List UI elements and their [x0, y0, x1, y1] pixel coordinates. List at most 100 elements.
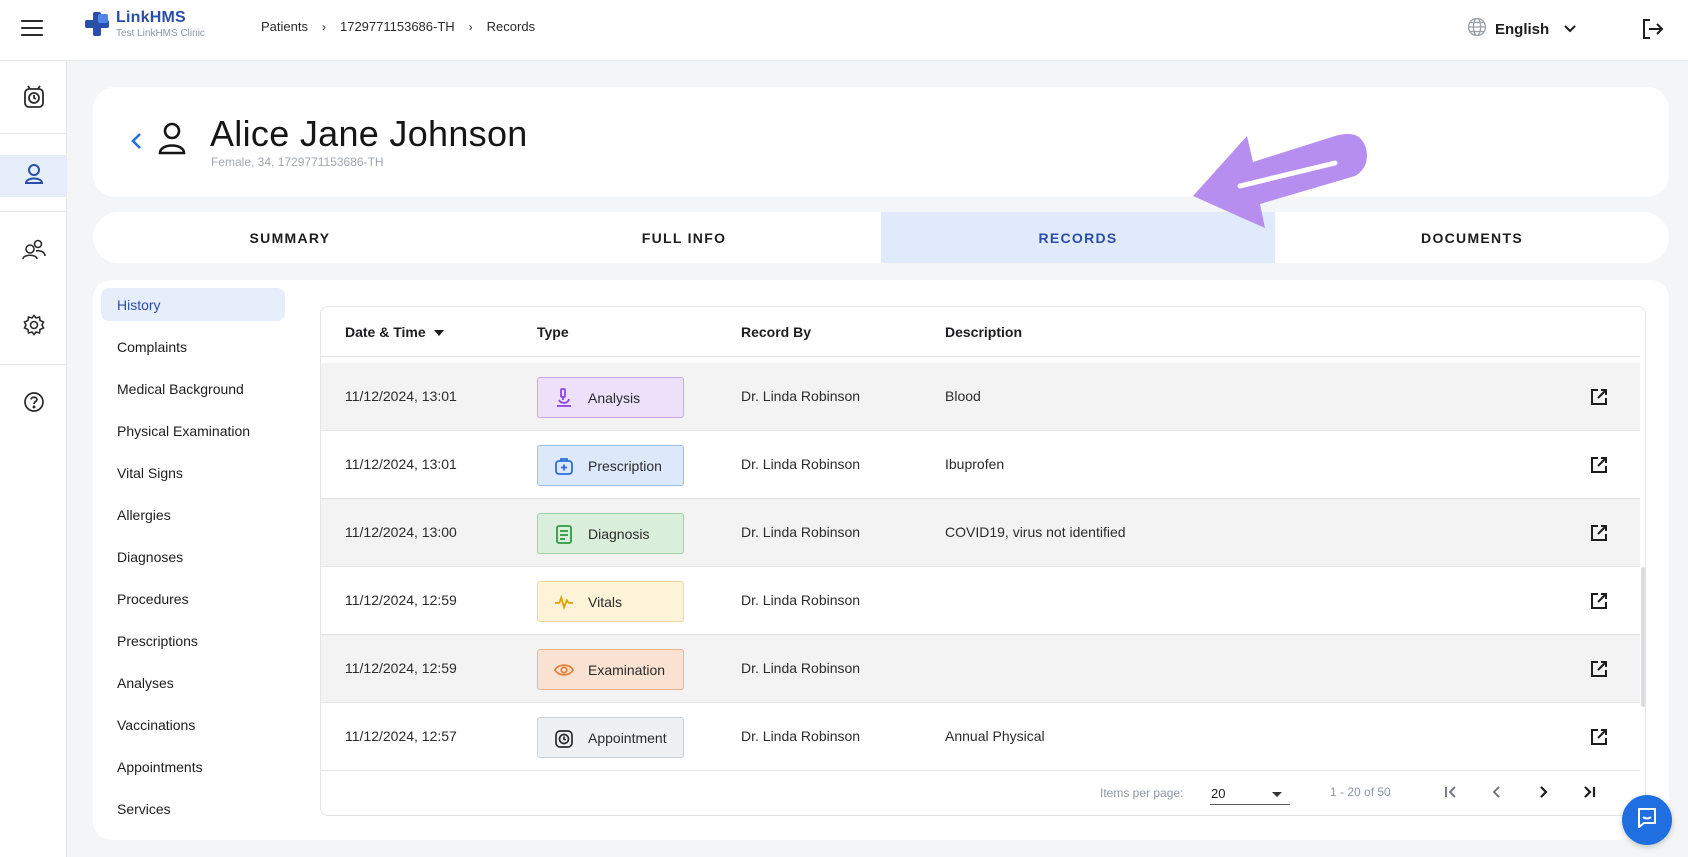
- menu-icon[interactable]: [21, 20, 43, 38]
- caret-down-icon: [1272, 792, 1282, 797]
- subnav-vaccinations[interactable]: Vaccinations: [101, 704, 285, 746]
- subnav-appointments[interactable]: Appointments: [101, 746, 285, 788]
- language-label: English: [1495, 21, 1550, 38]
- column-description: Description: [945, 324, 1023, 340]
- records-panel: History Complaints Medical Background Ph…: [93, 280, 1669, 840]
- breadcrumb: Patients › 1729771153686-TH › Records: [261, 19, 535, 34]
- table-row[interactable]: 11/12/2024, 13:01 Prescription Dr. Linda R…: [321, 431, 1640, 499]
- type-label: Analysis: [588, 389, 641, 406]
- table-scrollbar[interactable]: [1641, 567, 1645, 707]
- alarm-clock-icon: [23, 85, 45, 114]
- table-header: Date & Time Type Record By Description: [321, 307, 1640, 357]
- subnav-procedures[interactable]: Procedures: [101, 578, 285, 620]
- alarm-clock-icon: [554, 728, 574, 748]
- microscope-icon: [554, 387, 574, 408]
- items-per-page-value: 20: [1211, 786, 1226, 801]
- patient-tabs: SUMMARY FULL INFO RECORDS DOCUMENTS: [93, 212, 1669, 263]
- app-title: LinkHMS: [116, 9, 186, 26]
- rail-appointments[interactable]: [0, 78, 67, 120]
- row-record-by: Dr. Linda Robinson: [741, 660, 861, 676]
- tab-full-info[interactable]: FULL INFO: [487, 212, 881, 263]
- tab-documents[interactable]: DOCUMENTS: [1275, 212, 1669, 263]
- language-selector[interactable]: English: [1467, 17, 1577, 42]
- column-date-time-label: Date & Time: [345, 324, 426, 340]
- table-row[interactable]: 11/12/2024, 12:59 Examination Dr. Linda Ro…: [321, 635, 1640, 703]
- back-chevron-icon[interactable]: [129, 131, 143, 156]
- subnav-prescriptions[interactable]: Prescriptions: [101, 620, 285, 662]
- type-label: Vitals: [588, 593, 622, 610]
- chevron-right-icon: ›: [321, 19, 326, 34]
- row-datetime: 11/12/2024, 13:01: [345, 456, 457, 472]
- subnav-complaints[interactable]: Complaints: [101, 326, 285, 368]
- row-record-by: Dr. Linda Robinson: [741, 728, 861, 744]
- subnav-allergies[interactable]: Allergies: [101, 494, 285, 536]
- subnav-vital-signs[interactable]: Vital Signs: [101, 452, 285, 494]
- sort-desc-icon: [433, 330, 444, 337]
- row-record-by: Dr. Linda Robinson: [741, 592, 861, 608]
- breadcrumb-patient-id[interactable]: 1729771153686-TH: [340, 19, 455, 34]
- row-datetime: 11/12/2024, 12:59: [345, 592, 457, 608]
- table-row[interactable]: 11/12/2024, 12:57 Appointment Dr. Linda Ro…: [321, 703, 1640, 771]
- page-range: 1 - 20 of 50: [1330, 785, 1391, 799]
- row-description: Annual Physical: [945, 728, 1045, 744]
- row-record-by: Dr. Linda Robinson: [741, 456, 861, 472]
- type-badge: Analysis: [537, 377, 684, 418]
- rail-settings[interactable]: [0, 306, 67, 348]
- clipboard-icon: [554, 524, 574, 544]
- type-label: Diagnosis: [588, 525, 650, 542]
- row-record-by: Dr. Linda Robinson: [741, 388, 861, 404]
- type-badge: Diagnosis: [537, 513, 684, 554]
- open-external-icon[interactable]: [1589, 727, 1609, 752]
- open-external-icon[interactable]: [1589, 659, 1609, 684]
- last-page-button[interactable]: [1577, 780, 1601, 804]
- type-badge: Prescription: [537, 445, 684, 486]
- clinic-name: Test LinkHMS Clinic: [116, 28, 205, 39]
- open-external-icon[interactable]: [1589, 455, 1609, 480]
- rail-staff[interactable]: [0, 231, 67, 273]
- open-external-icon[interactable]: [1589, 523, 1609, 548]
- top-bar: LinkHMS Test LinkHMS Clinic Patients › 1…: [0, 0, 1688, 61]
- open-external-icon[interactable]: [1589, 387, 1609, 412]
- chat-button[interactable]: [1622, 795, 1672, 845]
- chevron-right-icon: ›: [468, 19, 473, 34]
- help-icon: [23, 391, 45, 418]
- subnav-analyses[interactable]: Analyses: [101, 662, 285, 704]
- tab-records[interactable]: RECORDS: [881, 212, 1275, 263]
- next-page-button[interactable]: [1531, 780, 1555, 804]
- user-icon: [24, 163, 44, 190]
- subnav-medical-background[interactable]: Medical Background: [101, 368, 285, 410]
- table-row[interactable]: 11/12/2024, 12:59 Vitals Dr. Linda Robinso…: [321, 567, 1640, 635]
- globe-icon: [1467, 17, 1487, 42]
- app-logo[interactable]: LinkHMS Test LinkHMS Clinic: [84, 10, 205, 39]
- patient-header: Alice Jane Johnson Female, 34, 172977115…: [93, 87, 1669, 197]
- tab-summary[interactable]: SUMMARY: [93, 212, 487, 263]
- subnav-services[interactable]: Services: [101, 788, 285, 830]
- column-type: Type: [537, 324, 569, 340]
- subnav-physical-examination[interactable]: Physical Examination: [101, 410, 285, 452]
- type-badge: Examination: [537, 649, 684, 690]
- rail-help[interactable]: [0, 383, 67, 425]
- column-date-time[interactable]: Date & Time: [345, 324, 444, 340]
- items-per-page-label: Items per page:: [1100, 786, 1184, 800]
- breadcrumb-patients[interactable]: Patients: [261, 19, 308, 34]
- chevron-down-icon: [1563, 21, 1577, 39]
- row-record-by: Dr. Linda Robinson: [741, 524, 861, 540]
- prev-page-button[interactable]: [1485, 780, 1509, 804]
- table-row[interactable]: 11/12/2024, 13:01 Analysis Dr. Linda Robin…: [321, 363, 1640, 431]
- records-table: Date & Time Type Record By Description 1…: [320, 306, 1646, 816]
- first-page-button[interactable]: [1439, 780, 1463, 804]
- row-description: Ibuprofen: [945, 456, 1005, 472]
- left-rail: [0, 61, 67, 857]
- row-datetime: 11/12/2024, 12:59: [345, 660, 457, 676]
- row-datetime: 11/12/2024, 13:01: [345, 388, 457, 404]
- users-icon: [21, 239, 46, 266]
- logout-icon[interactable]: [1641, 18, 1665, 45]
- open-external-icon[interactable]: [1589, 591, 1609, 616]
- subnav-diagnoses[interactable]: Diagnoses: [101, 536, 285, 578]
- rail-patients[interactable]: [0, 155, 67, 197]
- medkit-icon: [554, 456, 574, 476]
- items-per-page-select[interactable]: 20: [1210, 779, 1290, 805]
- subnav-history[interactable]: History: [101, 288, 285, 321]
- breadcrumb-records: Records: [486, 19, 536, 34]
- table-row[interactable]: 11/12/2024, 13:00 Diagnosis Dr. Linda Robi…: [321, 499, 1640, 567]
